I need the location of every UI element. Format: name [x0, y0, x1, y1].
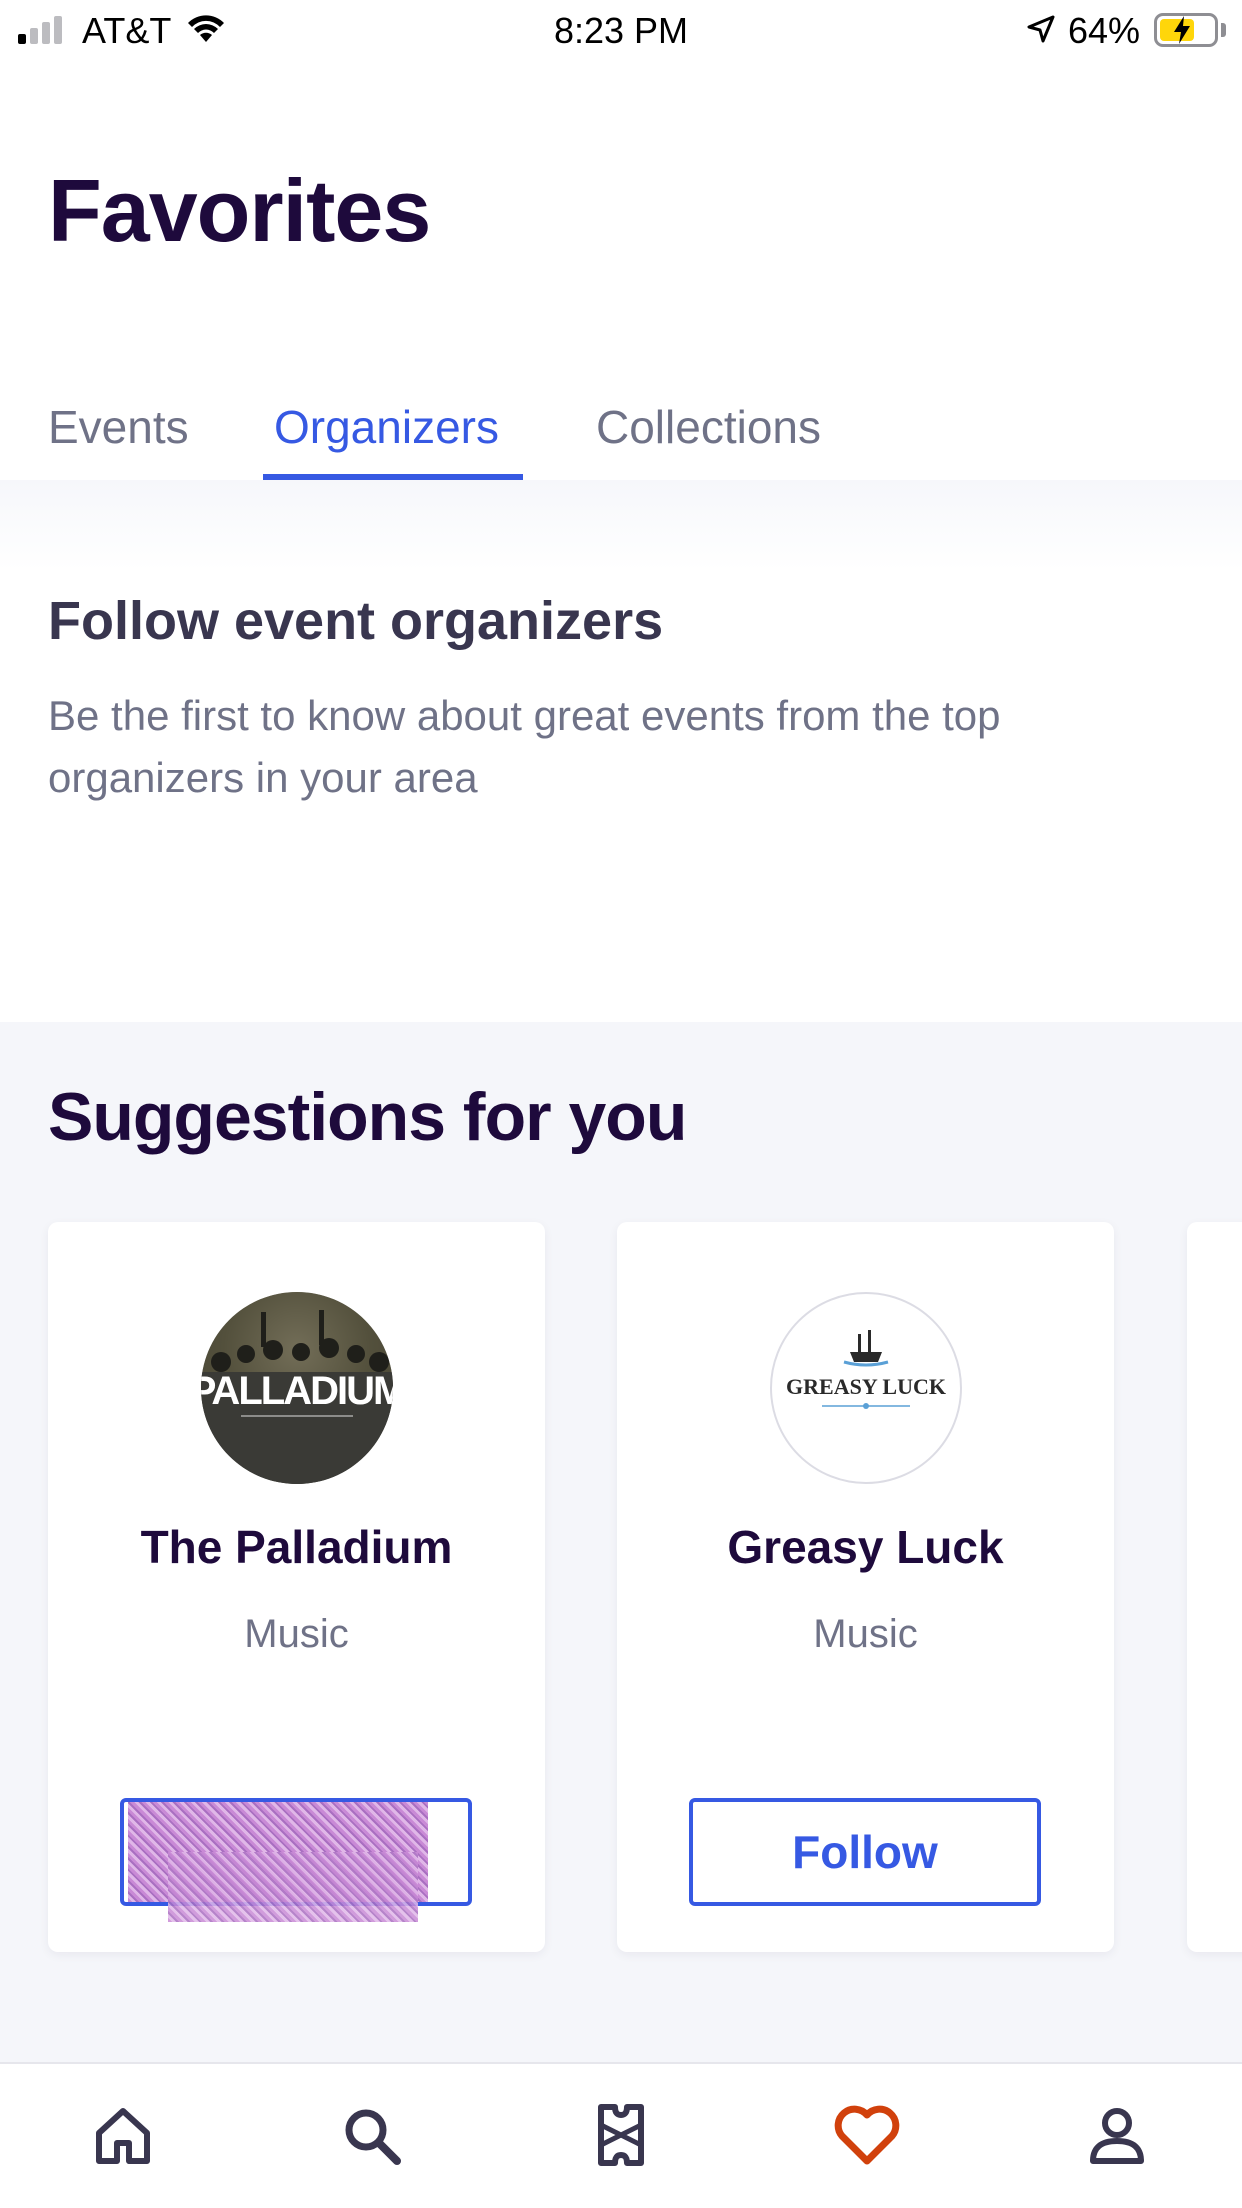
greasy-luck-logo: GREASY LUCK	[786, 1330, 946, 1409]
profile-icon	[1090, 2108, 1144, 2164]
nav-home[interactable]	[78, 2090, 168, 2180]
svg-text:PALLADIUM: PALLADIUM	[201, 1369, 393, 1413]
tab-events[interactable]: Events	[48, 400, 189, 454]
tab-bar: Events Organizers Collections	[0, 380, 1242, 480]
bottom-navigation	[0, 2062, 1242, 2208]
tab-organizers[interactable]: Organizers	[274, 400, 499, 454]
organizer-category: Music	[244, 1612, 349, 1656]
nav-tickets[interactable]	[576, 2090, 666, 2180]
organizer-card[interactable]: GREASY LUCK Greasy Luck Music Follow	[617, 1222, 1114, 1952]
heart-icon	[834, 2105, 900, 2165]
redacted-overlay	[168, 1852, 418, 1922]
palladium-logo: PALLADIUM	[201, 1292, 393, 1484]
suggestions-title: Suggestions for you	[48, 1079, 687, 1155]
organizer-avatar: PALLADIUM	[201, 1292, 393, 1484]
follow-button[interactable]: Follow	[689, 1798, 1041, 1906]
battery-tip	[1221, 23, 1226, 37]
organizer-card-peek[interactable]	[1187, 1222, 1242, 1952]
nav-search[interactable]	[326, 2090, 416, 2180]
organizer-avatar: GREASY LUCK	[770, 1292, 962, 1484]
follow-organizers-section: Follow event organizers Be the first to …	[0, 480, 1242, 1022]
page-title: Favorites	[48, 161, 431, 260]
search-icon	[345, 2109, 401, 2165]
svg-text:GREASY LUCK: GREASY LUCK	[786, 1374, 946, 1399]
follow-section-description: Be the first to know about great events …	[48, 692, 1001, 801]
organizer-name: The Palladium	[140, 1521, 453, 1573]
follow-section-title: Follow event organizers	[48, 591, 664, 651]
status-bar: AT&T 8:23 PM 64%	[0, 0, 1242, 62]
organizer-card[interactable]: PALLADIUM The Palladium Music	[48, 1222, 545, 1952]
suggestions-section: Suggestions for you PALLADIUM The Pallad…	[0, 1022, 1242, 2062]
tab-collections[interactable]: Collections	[596, 400, 821, 454]
home-icon	[96, 2108, 150, 2164]
nav-profile[interactable]	[1072, 2090, 1162, 2180]
location-arrow-icon	[1027, 15, 1055, 43]
organizer-category: Music	[813, 1612, 918, 1656]
tickets-icon	[598, 2104, 644, 2166]
organizer-name: Greasy Luck	[727, 1521, 1004, 1573]
battery-percentage: 64%	[1068, 10, 1141, 51]
nav-favorites[interactable]	[822, 2090, 912, 2180]
battery-icon	[1154, 13, 1218, 47]
